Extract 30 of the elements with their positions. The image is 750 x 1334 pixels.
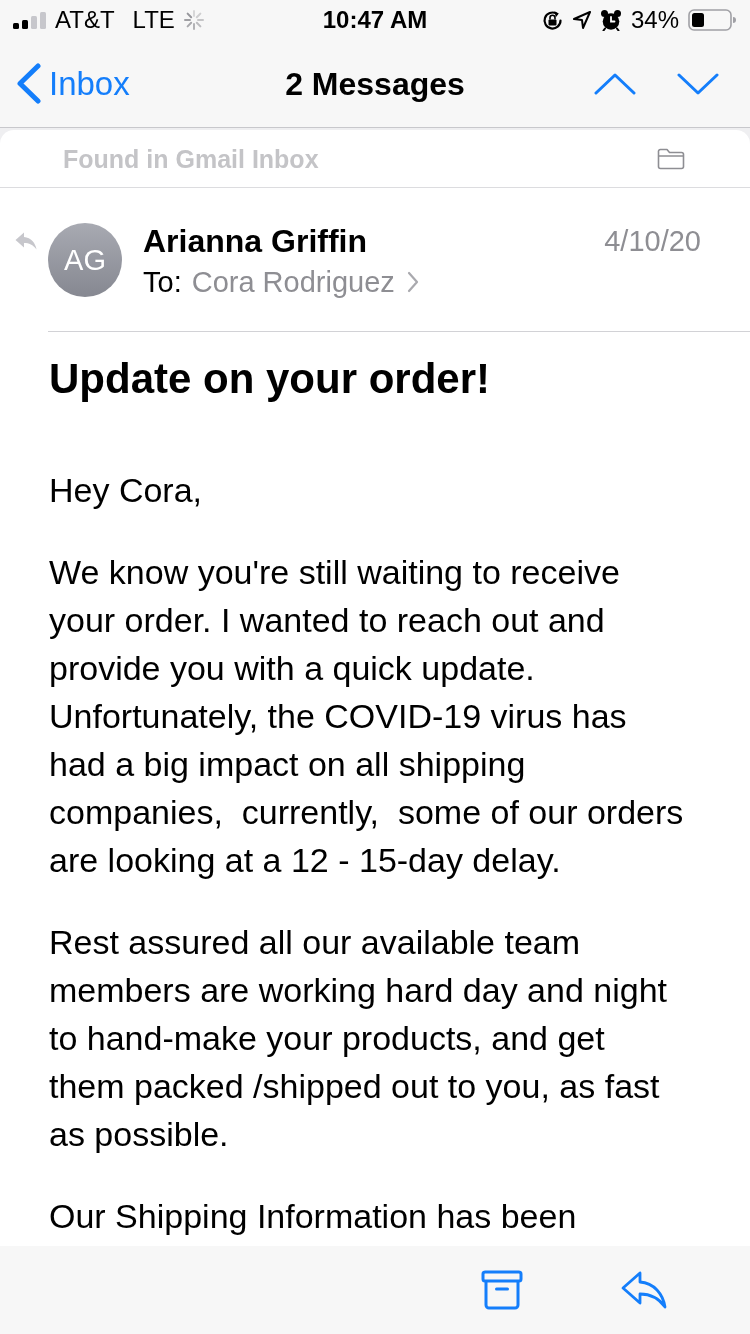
rotation-lock-icon [540, 8, 564, 32]
body-paragraph: Our Shipping Information has been [49, 1196, 578, 1237]
body-paragraph: We know you're still waiting to receive your order. I wanted to reach out and provide you with a quick update. Unfortunately, the COVID-19 virus has had a big impact on all shipping companies, currently, some of our orders are looking at a 12 - 15-day delay. [49, 552, 685, 881]
network-label: LTE [132, 6, 175, 34]
chevron-up-icon[interactable] [594, 72, 636, 95]
avatar-initials: AG [48, 223, 122, 297]
chevron-right-icon [406, 271, 419, 293]
battery-icon [688, 9, 736, 31]
recipient-link[interactable]: Cora Rodriguez [191, 265, 419, 299]
nav-title: 2 Messages [285, 64, 465, 103]
archive-icon[interactable] [481, 1270, 523, 1310]
carrier-label: AT&T [55, 6, 115, 34]
message-date: 4/10/20 [604, 224, 701, 258]
body-paragraph: Hey Cora, [49, 470, 204, 511]
chevron-down-icon[interactable] [677, 72, 719, 95]
sender-name: Arianna Griffin [143, 223, 367, 259]
spinner-icon [182, 9, 205, 31]
signal-bars-icon [13, 11, 47, 29]
chevron-left-icon [16, 63, 41, 104]
location-arrow-icon [572, 11, 591, 29]
folder-icon[interactable] [657, 147, 685, 170]
alarm-clock-icon [599, 9, 622, 31]
to-label: To: [143, 265, 182, 299]
message-subject: Update on your order! [49, 354, 492, 404]
reply-icon[interactable] [620, 1270, 668, 1310]
back-button[interactable]: Inbox [16, 63, 130, 104]
battery-percent: 34% [630, 6, 679, 34]
mailbox-label: Found in Gmail Inbox [63, 143, 319, 174]
body-paragraph: Rest assured all our available team members are working hard day and night to hand-make your products, and get them packed /shipped out to you, as fast as possible. [49, 922, 668, 1155]
clock-time: 10:47 AM [322, 6, 428, 34]
